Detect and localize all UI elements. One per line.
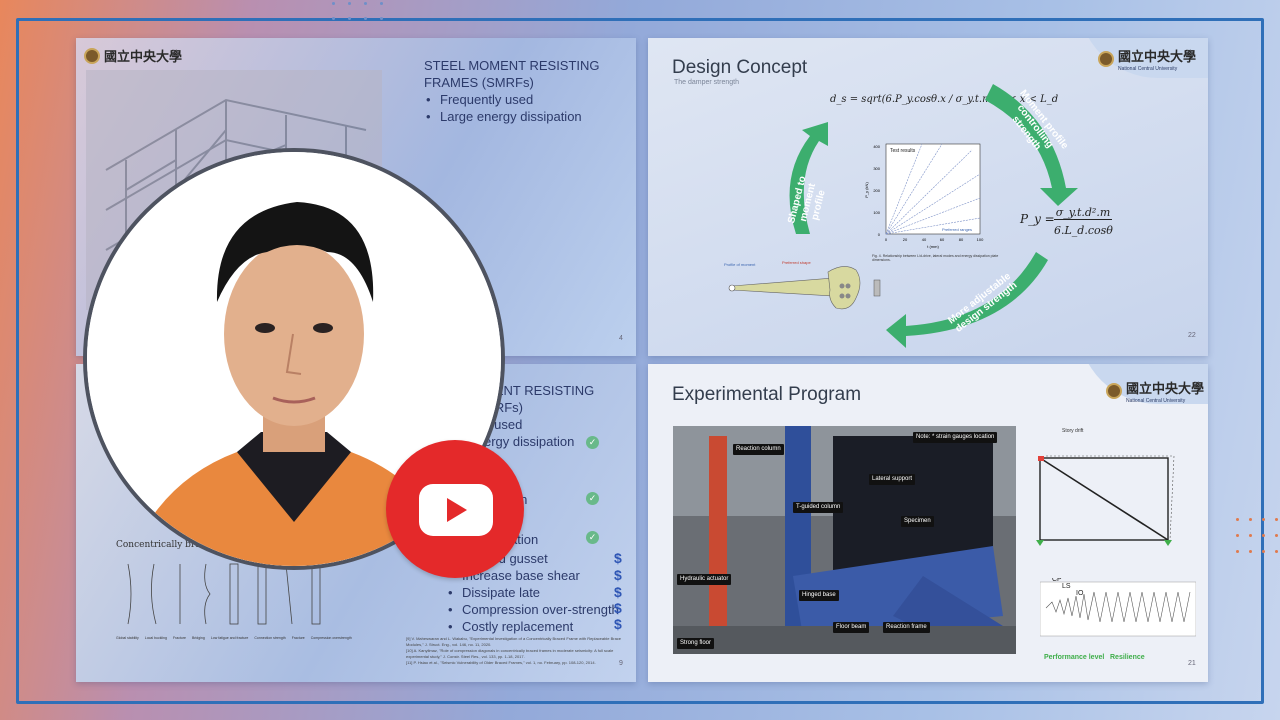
university-seal-icon — [84, 47, 100, 64]
x-tick: 40 — [922, 237, 927, 242]
smrf-text: STEEL MOMENT RESISTING FRAMES (SMRFs) Fr… — [424, 57, 624, 125]
x-axis-label: t (mm) — [927, 244, 939, 249]
play-triangle-icon — [447, 498, 467, 522]
photo-label: Reaction frame — [883, 622, 930, 633]
youtube-badge[interactable] — [386, 440, 524, 578]
bullet-item: Dissipate late — [446, 584, 636, 601]
reference-item: [11] P. Hsiao et al., "Seismic Vulnerabi… — [406, 660, 596, 665]
university-logo: 國立中央大學 — [84, 46, 182, 65]
diagram-label: Profile of moment — [724, 262, 756, 267]
page-number: 4 — [619, 335, 623, 342]
x-tick: 20 — [903, 237, 908, 242]
brace-label: Fracture — [172, 636, 186, 640]
reference-item: [10] A. Kanyilmaz, "Role of compression … — [406, 648, 614, 659]
slide-thumbnail-experimental-program[interactable]: 國立中央大學 National Central University Experi… — [648, 364, 1208, 682]
brace-label: Global stability — [116, 636, 139, 640]
test-setup-photo: Reaction column T-guided column Lateral … — [673, 426, 1016, 654]
dollar-icon: $ — [614, 616, 622, 632]
dollar-icon: $ — [614, 550, 622, 566]
partial-text: ergy dissipation — [484, 434, 575, 449]
y-tick: 400 — [873, 144, 880, 149]
y-tick: 300 — [873, 166, 880, 171]
check-circle-icon: ✓ — [586, 531, 599, 544]
brace-failure-diagram — [127, 563, 321, 625]
y-tick: 200 — [873, 188, 880, 193]
x-tick: 0 — [885, 237, 888, 242]
photo-label: Reaction column — [733, 444, 784, 455]
brace-label: Fracture — [291, 636, 305, 640]
check-circle-icon: ✓ — [586, 492, 599, 505]
chart-legend: Test results — [890, 148, 916, 154]
photo-label: Specimen — [901, 516, 934, 527]
page-number: 9 — [619, 660, 623, 667]
hysteresis-mark: IO — [1076, 590, 1084, 597]
cbf-heading: MENT RESISTING MRFs) y used ergy dissipa… — [484, 382, 634, 450]
formula-numerator: σ_y.t.d².m — [1054, 206, 1112, 220]
damper-diagram: Profile of moment Preferred shape — [724, 260, 881, 310]
brace-label: Compression overstrength — [310, 636, 352, 640]
x-tick: 100 — [977, 237, 984, 242]
photo-label: Hydraulic actuator — [677, 574, 732, 585]
decorative-dots-top — [332, 2, 383, 20]
references: [9] V. Maheswaran and L. Wakabu, "Experi… — [406, 636, 632, 666]
y-axis-label: P_y (kN) — [864, 182, 869, 198]
strength-chart: Test results Preferred ranges 400 300 20… — [864, 143, 984, 249]
chart-note: Preferred ranges — [942, 227, 972, 232]
slide-title: Experimental Program — [672, 384, 862, 405]
bullet-item: Large energy dissipation — [424, 108, 624, 125]
page-number: 22 — [1188, 332, 1196, 339]
photo-label: Floor beam — [833, 622, 870, 633]
story-drift-label: Story drift — [1062, 428, 1084, 434]
y-tick: 0 — [878, 232, 881, 237]
photo-label: Strong floor — [677, 638, 715, 649]
diagram-label: Preferred shape — [782, 260, 811, 265]
x-tick: 60 — [940, 237, 945, 242]
resilience-label: Resilience — [1110, 654, 1145, 661]
performance-level-label: Performance level — [1044, 654, 1105, 661]
dollar-icon: $ — [614, 600, 622, 616]
slide-heading: STEEL MOMENT RESISTING FRAMES (SMRFs) — [424, 58, 600, 90]
check-circle-icon: ✓ — [586, 436, 599, 449]
dollar-icon: $ — [614, 584, 622, 600]
brace-label: Connection strength — [254, 636, 286, 640]
brace-label: Low fatigue and fracture — [210, 636, 249, 640]
brace-label: Bridging — [191, 636, 205, 640]
photo-label: Lateral support — [869, 474, 916, 485]
formula-denominator: 6.L_d.cosθ — [1054, 224, 1113, 237]
brace-labels: Global stability Local buckling Fracture… — [116, 636, 356, 640]
page-number: 21 — [1188, 660, 1196, 667]
hysteresis-mark: LS — [1062, 583, 1071, 590]
hysteresis-mark: CP — [1052, 578, 1062, 583]
frame-drift-diagram: Story drift — [1036, 428, 1175, 546]
university-seal-icon — [1106, 383, 1122, 399]
university-logo: 國立中央大學 National Central University — [1106, 378, 1204, 404]
heading-line: MRFs) — [484, 400, 523, 415]
y-tick: 100 — [873, 210, 880, 215]
bullet-item: Compression over-strength — [446, 601, 636, 618]
slide-thumbnail-design-concept[interactable]: 國立中央大學 National Central University Design… — [648, 38, 1208, 356]
brace-label: Local buckling — [144, 636, 167, 640]
hysteresis-chart: CP LS IO — [1040, 578, 1196, 637]
dollar-icon: $ — [614, 567, 622, 583]
formula-py: P_y = — [1020, 212, 1055, 226]
decorative-dots-right — [1236, 518, 1278, 553]
reference-item: [9] V. Maheswaran and L. Wakabu, "Experi… — [406, 636, 622, 647]
bullet-item: Frequently used — [424, 91, 624, 108]
bullet-item: Costly replacement — [446, 618, 636, 635]
partial-text: y used — [484, 417, 523, 432]
photo-label: T-guided column — [793, 502, 844, 513]
heading-line: MENT RESISTING — [484, 383, 595, 398]
strain-gauge-note: Note: * strain gauges location — [913, 432, 998, 443]
photo-label: Hinged base — [799, 590, 839, 601]
x-tick: 80 — [959, 237, 964, 242]
